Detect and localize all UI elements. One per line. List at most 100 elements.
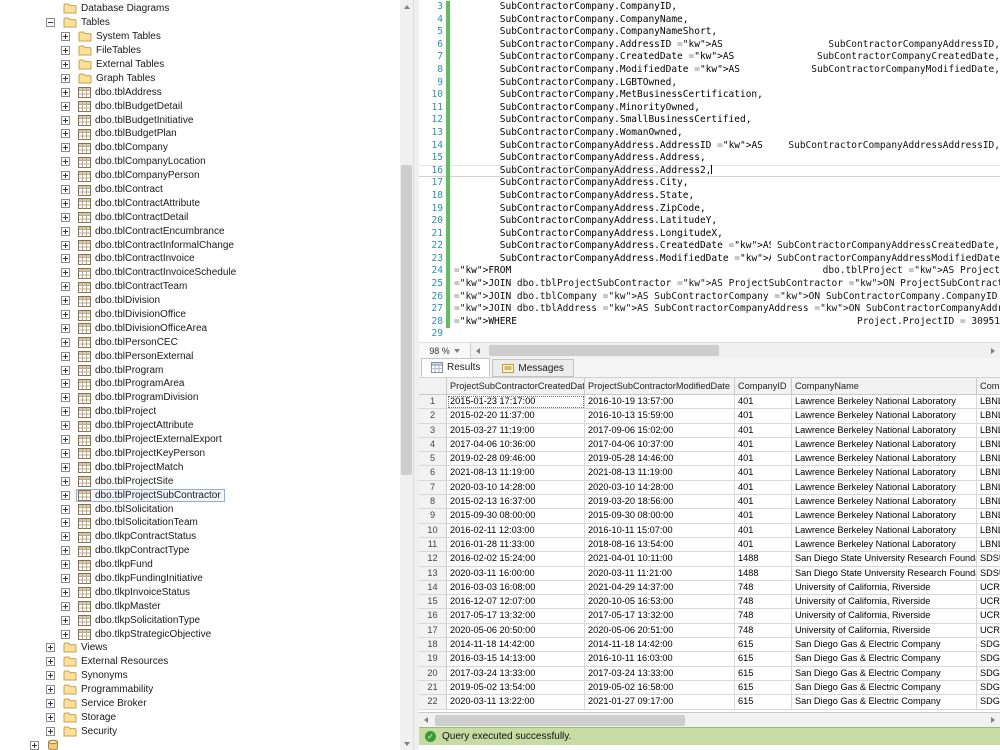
row-number[interactable]: 1: [419, 395, 447, 410]
grid-cell[interactable]: Lawrence Berkeley National Laboratory: [792, 480, 977, 496]
tree-item-dbo-tlkpsolicitationtype[interactable]: dbo.tlkpSolicitationType: [0, 613, 400, 627]
expand-icon[interactable]: [61, 393, 70, 403]
grid-cell[interactable]: 2016-02-02 15:24:00: [447, 552, 585, 567]
grid-cell[interactable]: UCR: [977, 580, 1000, 596]
code-line-8[interactable]: 8 SubContractorCompany.ModifiedDate ="kw…: [419, 63, 1000, 77]
tab-messages[interactable]: Messages: [492, 359, 574, 377]
row-number[interactable]: 12: [419, 552, 447, 567]
tree-item-dbo-tblprogramarea[interactable]: dbo.tblProgramArea: [0, 377, 400, 391]
row-number[interactable]: 11: [419, 537, 447, 553]
grid-cell[interactable]: Lawrence Berkeley National Laboratory: [792, 466, 977, 481]
grid-cell[interactable]: 2016-12-07 12:07:00: [447, 595, 585, 610]
code-line-15[interactable]: 15 SubContractorCompanyAddress.Address,: [419, 152, 1000, 165]
grid-cell[interactable]: SDG&: [977, 638, 1000, 653]
grid-cell[interactable]: 2019-05-02 13:54:00: [447, 680, 585, 696]
grid-cell[interactable]: 2020-05-06 20:50:00: [447, 623, 585, 639]
code-line-28[interactable]: 28 ="kw">WHERE Project.ProjectID = 30951: [419, 315, 1000, 329]
code-line-17[interactable]: 17 SubContractorCompanyAddress.City,: [419, 177, 1000, 190]
expand-icon[interactable]: [46, 657, 55, 667]
expand-icon[interactable]: [61, 282, 70, 292]
tree-item-dbo-tblcompanylocation[interactable]: dbo.tblCompanyLocation: [0, 155, 400, 169]
expand-icon[interactable]: [61, 226, 70, 236]
expand-icon[interactable]: [61, 435, 70, 445]
grid-cell[interactable]: San Diego Gas & Electric Company: [792, 638, 977, 653]
tree-item-dbo-tblbudgetplan[interactable]: dbo.tblBudgetPlan: [0, 127, 400, 141]
grid-cell[interactable]: SDG&: [977, 666, 1000, 681]
tree-item-external-tables[interactable]: External Tables: [0, 58, 400, 72]
scroll-down-arrow-icon[interactable]: [400, 737, 413, 750]
expand-icon[interactable]: [46, 712, 55, 722]
scroll-left-arrow-icon[interactable]: [419, 713, 433, 727]
code-line-5[interactable]: 5 SubContractorCompany.CompanyNameShort,: [419, 26, 1000, 39]
grid-cell[interactable]: San Diego Gas & Electric Company: [792, 652, 977, 667]
grid-cell[interactable]: Lawrence Berkeley National Laboratory: [792, 452, 977, 467]
tree-item-dbo-tblprojectkeyperson[interactable]: dbo.tblProjectKeyPerson: [0, 447, 400, 461]
expand-icon[interactable]: [61, 448, 70, 458]
expand-icon[interactable]: [46, 643, 55, 653]
code-line-9[interactable]: 9 SubContractorCompany.LGBTOwned,: [419, 76, 1000, 90]
expand-icon[interactable]: [46, 685, 55, 695]
grid-cell[interactable]: 615: [735, 695, 792, 710]
grid-cell[interactable]: 2019-02-28 09:46:00: [447, 452, 585, 467]
grid-cell[interactable]: 1488: [735, 566, 792, 581]
expand-icon[interactable]: [61, 171, 70, 181]
tree-item-dbo-tblcompanyperson[interactable]: dbo.tblCompanyPerson: [0, 169, 400, 183]
grid-cell[interactable]: UCR: [977, 623, 1000, 639]
grid-cell[interactable]: University of California, Riverside: [792, 580, 977, 596]
scroll-right-arrow-icon[interactable]: [986, 343, 1000, 358]
tree-item-dbo-tlkpstrategicobjective[interactable]: dbo.tlkpStrategicObjective: [0, 627, 400, 641]
grid-cell[interactable]: 401: [735, 409, 792, 424]
grid-cell[interactable]: UCR: [977, 609, 1000, 624]
grid-cell[interactable]: 401: [735, 423, 792, 438]
grid-cell[interactable]: San Diego State University Research Foun…: [792, 566, 977, 581]
grid-cell[interactable]: Lawrence Berkeley National Laboratory: [792, 509, 977, 524]
grid-cell[interactable]: 2015-03-27 11:19:00: [447, 423, 585, 438]
grid-cell[interactable]: 2021-04-29 14:37:00: [585, 580, 735, 596]
tree-item-dbo-tblproject[interactable]: dbo.tblProject: [0, 405, 400, 419]
tree-item-dbo-tblcontractattribute[interactable]: dbo.tblContractAttribute: [0, 196, 400, 210]
tree-item-dbo-tbladdress[interactable]: dbo.tblAddress: [0, 85, 400, 99]
code-line-10[interactable]: 10 SubContractorCompany.MetBusinessCerti…: [419, 89, 1000, 102]
row-number[interactable]: 16: [419, 609, 447, 624]
code-line-13[interactable]: 13 SubContractorCompany.WomanOwned,: [419, 126, 1000, 140]
code-line-27[interactable]: 27="kw">INNER ="kw">JOIN dbo.tblAddress …: [419, 303, 1000, 316]
expand-icon[interactable]: [61, 615, 70, 625]
grid-cell[interactable]: LBNL: [977, 537, 1000, 553]
grid-cell[interactable]: Lawrence Berkeley National Laboratory: [792, 523, 977, 538]
code-line-26[interactable]: 26="kw">INNER ="kw">JOIN dbo.tblCompany …: [419, 290, 1000, 304]
object-explorer-scrollbar[interactable]: [400, 0, 413, 750]
tree-item-filetables[interactable]: FileTables: [0, 44, 400, 58]
grid-cell[interactable]: 401: [735, 537, 792, 553]
tree-item-dbo-tlkpfundinginitiative[interactable]: dbo.tlkpFundingInitiative: [0, 572, 400, 586]
tree-item-dbo-tblbudgetinitiative[interactable]: dbo.tblBudgetInitiative: [0, 113, 400, 127]
expand-icon[interactable]: [61, 629, 70, 639]
row-number[interactable]: 6: [419, 466, 447, 481]
grid-cell[interactable]: San Diego Gas & Electric Company: [792, 666, 977, 681]
grid-cell[interactable]: SDG&: [977, 695, 1000, 710]
tree-item-dbo-tblprogram[interactable]: dbo.tblProgram: [0, 363, 400, 377]
grid-cell[interactable]: 2018-08-16 13:54:00: [585, 537, 735, 553]
code-line-3[interactable]: 3 SubContractorCompany.CompanyID,: [419, 1, 1000, 14]
code-line-14[interactable]: 14 SubContractorCompanyAddress.AddressID…: [419, 139, 1000, 153]
expand-icon[interactable]: [61, 462, 70, 472]
grid-cell[interactable]: 401: [735, 509, 792, 524]
tree-item-dbo-tblcompany[interactable]: dbo.tblCompany: [0, 141, 400, 155]
grid-cell[interactable]: Lawrence Berkeley National Laboratory: [792, 537, 977, 553]
expand-icon[interactable]: [61, 212, 70, 222]
tree-item-dbo-tblbudgetdetail[interactable]: dbo.tblBudgetDetail: [0, 99, 400, 113]
expand-icon[interactable]: [61, 185, 70, 195]
expand-icon[interactable]: [61, 129, 70, 139]
code-line-29[interactable]: 29: [419, 328, 1000, 341]
expand-icon[interactable]: [61, 32, 70, 42]
grid-cell[interactable]: SDSU: [977, 552, 1000, 567]
row-number[interactable]: 10: [419, 523, 447, 538]
tree-item-dbo-tblsolicitationteam[interactable]: dbo.tblSolicitationTeam: [0, 516, 400, 530]
grid-cell[interactable]: 1488: [735, 552, 792, 567]
grid-cell[interactable]: 2017-09-06 15:02:00: [585, 423, 735, 438]
grid-cell[interactable]: LBNL: [977, 509, 1000, 524]
grid-cell[interactable]: UCR: [977, 595, 1000, 610]
code-line-20[interactable]: 20 SubContractorCompanyAddress.LatitudeY…: [419, 215, 1000, 228]
expand-icon[interactable]: [30, 740, 39, 750]
grid-cell[interactable]: 2016-03-03 16:08:00: [447, 580, 585, 596]
editor-zoom-control[interactable]: 98 %: [419, 343, 471, 358]
